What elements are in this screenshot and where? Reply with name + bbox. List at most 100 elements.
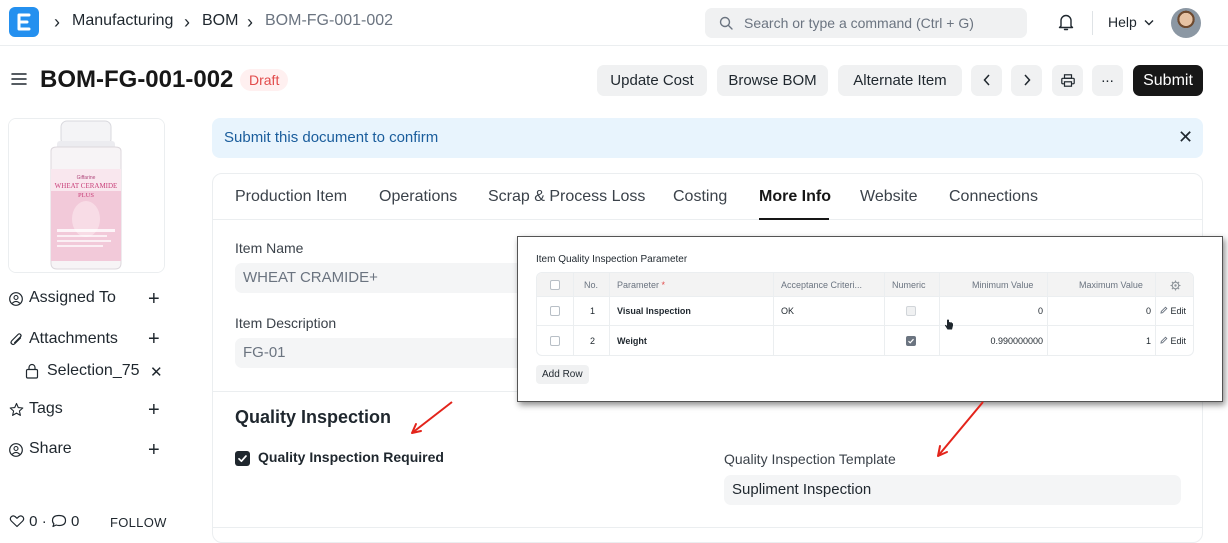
share-label: Share [29, 440, 72, 457]
qi-required-label: Quality Inspection Required [258, 449, 444, 465]
select-all-checkbox[interactable] [550, 280, 560, 290]
erpnext-logo-icon [17, 13, 31, 31]
row-no: 2 [590, 336, 596, 346]
grid-col-divider [939, 273, 940, 355]
more-actions-button[interactable]: ... [1092, 65, 1123, 96]
tab-website[interactable]: Website [860, 188, 918, 206]
heart-icon[interactable] [9, 514, 25, 528]
tab-production-item[interactable]: Production Item [235, 188, 347, 206]
col-numeric: Numeric [892, 280, 926, 290]
row-parameter[interactable]: Weight [617, 327, 647, 355]
previous-doc-button[interactable] [971, 65, 1002, 96]
add-assignee-plus-icon[interactable]: + [148, 289, 160, 309]
table-row[interactable]: 1 Visual Inspection OK 0 0 Edit [537, 297, 1193, 326]
submit-alert: Submit this document to confirm ✕ [212, 118, 1203, 158]
tab-connections[interactable]: Connections [949, 188, 1038, 206]
sidebar-toggle-icon[interactable] [11, 72, 27, 86]
annotation-arrow-icon [411, 401, 453, 434]
assigned-to-row[interactable]: Assigned To [9, 289, 169, 309]
annotation-arrow-icon [937, 401, 984, 457]
add-share-plus-icon[interactable]: + [148, 440, 160, 460]
browse-bom-button[interactable]: Browse BOM [717, 65, 828, 96]
quality-inspection-heading: Quality Inspection [235, 407, 392, 427]
col-acceptance: Acceptance Criteri... [781, 280, 863, 290]
submit-button[interactable]: Submit [1133, 65, 1203, 96]
likes-count: 0 [29, 513, 38, 530]
add-attachment-plus-icon[interactable]: + [148, 329, 160, 349]
row-select-checkbox[interactable] [550, 306, 560, 316]
tab-operations[interactable]: Operations [379, 188, 457, 206]
share-row[interactable]: Share [9, 440, 169, 460]
row-numeric-checkbox[interactable] [906, 336, 916, 346]
add-tag-plus-icon[interactable]: + [148, 400, 160, 420]
row-acceptance[interactable]: OK [781, 297, 794, 325]
help-menu[interactable]: Help [1108, 14, 1137, 30]
comment-icon[interactable] [51, 514, 67, 528]
row-select-checkbox[interactable] [550, 336, 560, 346]
checkmark-icon [908, 338, 914, 344]
navbar-divider [1092, 11, 1093, 35]
chevron-down-icon[interactable] [1144, 19, 1154, 26]
paperclip-icon [10, 333, 22, 346]
row-edit-button[interactable]: Edit [1160, 327, 1186, 355]
item-name-label: Item Name [235, 240, 304, 256]
attachments-row[interactable]: Attachments [9, 330, 169, 350]
pencil-icon [1160, 336, 1168, 344]
item-description-field[interactable]: FG-01 [235, 338, 535, 368]
print-button[interactable] [1052, 65, 1083, 96]
stats-separator: · [41, 513, 47, 530]
notification-bell-icon[interactable] [1057, 12, 1075, 32]
product-bottle-image: Giffarine WHEAT CERAMIDE PLUS [9, 119, 164, 272]
breadcrumb-manufacturing[interactable]: Manufacturing [72, 12, 173, 30]
tab-costing[interactable]: Costing [673, 188, 727, 206]
grid-col-divider [609, 273, 610, 355]
printer-icon [1060, 74, 1075, 87]
row-numeric-checkbox[interactable] [906, 306, 916, 316]
item-name-field[interactable]: WHEAT CRAMIDE+ [235, 263, 535, 293]
row-parameter[interactable]: Visual Inspection [617, 297, 691, 325]
alternate-item-button[interactable]: Alternate Item [838, 65, 962, 96]
lock-icon [25, 363, 39, 379]
close-alert-icon[interactable]: ✕ [1178, 127, 1193, 148]
breadcrumb-current[interactable]: BOM-FG-001-002 [265, 12, 393, 30]
tags-label: Tags [29, 400, 63, 417]
column-settings-gear-icon[interactable] [1170, 280, 1181, 291]
row-edit-button[interactable]: Edit [1160, 297, 1186, 325]
app-logo[interactable] [9, 7, 39, 37]
search-input[interactable]: Search or type a command (Ctrl + G) [705, 8, 1027, 38]
add-row-button[interactable]: Add Row [536, 365, 589, 384]
next-doc-button[interactable] [1011, 65, 1042, 96]
row-min[interactable]: 0.990000000 [957, 327, 1043, 355]
row-max[interactable]: 1 [1065, 327, 1151, 355]
qi-template-field[interactable]: Supliment Inspection [724, 475, 1181, 505]
search-icon [719, 16, 733, 30]
update-cost-button[interactable]: Update Cost [597, 65, 707, 96]
comments-count: 0 [71, 513, 80, 530]
table-row[interactable]: 2 Weight 0.990000000 1 Edit [537, 327, 1193, 355]
follow-button[interactable]: FOLLOW [110, 515, 167, 530]
attachment-file-name[interactable]: Selection_75 [47, 362, 140, 380]
image-brand-text: Giffarine [77, 175, 96, 181]
breadcrumb-bom[interactable]: BOM [202, 12, 238, 30]
remove-attachment-close-icon[interactable]: ✕ [150, 363, 163, 381]
alert-message: Submit this document to confirm [224, 129, 439, 146]
col-parameter-text: Parameter [617, 280, 660, 290]
status-badge: Draft [240, 69, 289, 91]
col-no: No. [584, 280, 599, 290]
grid-col-divider [1047, 273, 1048, 355]
qi-required-checkbox[interactable] [235, 451, 250, 466]
pencil-icon [1160, 306, 1168, 314]
user-avatar[interactable] [1171, 8, 1201, 38]
item-image[interactable]: Giffarine WHEAT CERAMIDE PLUS [8, 118, 165, 273]
row-min[interactable]: 0 [957, 297, 1043, 325]
breadcrumb-chevron-icon: › [184, 12, 190, 32]
tab-scrap-process-loss[interactable]: Scrap & Process Loss [488, 188, 645, 206]
image-product-text: WHEAT CERAMIDE [55, 182, 118, 190]
page-title: BOM-FG-001-002 [40, 66, 234, 93]
row-max[interactable]: 0 [1065, 297, 1151, 325]
checkmark-icon [238, 455, 247, 463]
col-max: Maximum Value [1079, 280, 1143, 290]
grid-header-row: No. Parameter * Acceptance Criteri... Nu… [537, 273, 1193, 297]
tags-row[interactable]: Tags [9, 400, 169, 420]
tab-more-info[interactable]: More Info [759, 188, 831, 206]
